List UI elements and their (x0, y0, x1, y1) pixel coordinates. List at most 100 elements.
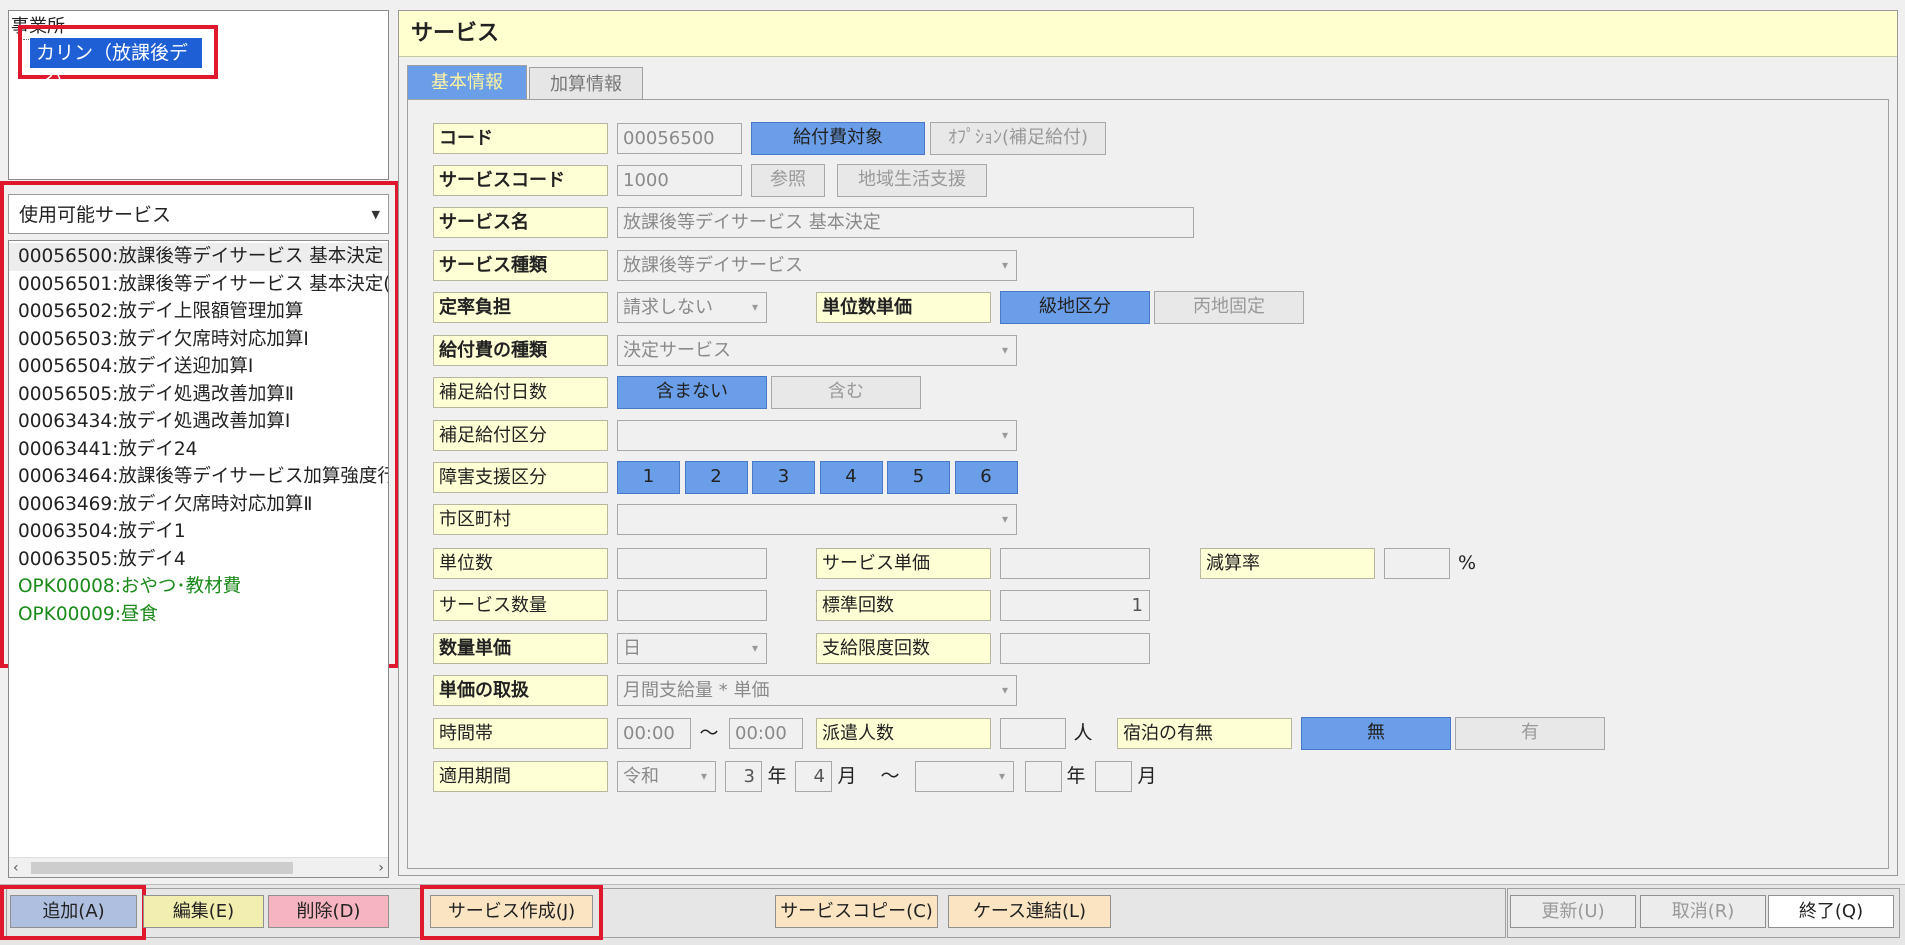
units-field[interactable] (617, 548, 767, 579)
list-item[interactable]: 00056500:放課後等デイサービス 基本決定 (9, 243, 388, 271)
list-item[interactable]: 00056505:放デイ処遇改善加算Ⅱ (9, 381, 388, 409)
service-name-field[interactable]: 放課後等デイサービス 基本決定 (617, 207, 1194, 238)
code-field[interactable]: 00056500 (617, 123, 742, 154)
update-button[interactable]: 更新(U) (1510, 895, 1636, 928)
list-item[interactable]: 00063469:放デイ欠席時対応加算Ⅱ (9, 491, 388, 519)
reference-button[interactable]: 参照 (751, 164, 825, 197)
start-year-unit: 年 (767, 765, 787, 787)
city-label: 市区町村 (433, 504, 608, 535)
service-filter-combo[interactable]: 使用可能サービス ▼ (8, 194, 389, 234)
edit-button[interactable]: 編集(E) (143, 895, 264, 928)
quantity-unit-label: 数量単価 (433, 633, 608, 664)
units-label: 単位数 (433, 548, 608, 579)
time-slot-label: 時間帯 (433, 718, 608, 749)
end-year-field[interactable] (1025, 761, 1062, 792)
scroll-right-icon[interactable]: › (378, 858, 384, 877)
scroll-left-icon[interactable]: ‹ (13, 858, 19, 877)
list-item[interactable]: 00056501:放課後等デイサービス 基本決定(重症 (9, 271, 388, 299)
quantity-unit-select[interactable]: 日 (617, 633, 767, 664)
price-handling-label: 単価の取扱 (433, 675, 608, 706)
unit-price-label: 単位数単価 (816, 292, 991, 323)
disability-level-2-button[interactable]: 2 (684, 461, 748, 494)
fixed-rate-label: 定率負担 (433, 292, 608, 323)
limit-count-field[interactable] (1000, 633, 1150, 664)
list-item[interactable]: 00063464:放課後等デイサービス加算強度行動障 (9, 463, 388, 491)
period-label: 適用期間 (433, 761, 608, 792)
service-name-label: サービス名 (433, 207, 608, 238)
delete-button[interactable]: 削除(D) (268, 895, 389, 928)
end-year-unit: 年 (1066, 765, 1086, 787)
service-copy-button[interactable]: サービスコピー(C) (775, 895, 938, 928)
disability-level-4-button[interactable]: 4 (819, 461, 883, 494)
list-item[interactable]: 00056503:放デイ欠席時対応加算Ⅰ (9, 326, 388, 354)
end-month-field[interactable] (1095, 761, 1132, 792)
list-item[interactable]: 00056504:放デイ送迎加算Ⅰ (9, 353, 388, 381)
overnight-yes-button[interactable]: 有 (1455, 717, 1605, 750)
disability-level-6-button[interactable]: 6 (954, 461, 1018, 494)
supplement-category-select[interactable] (617, 420, 1017, 451)
service-code-label: サービスコード (433, 165, 608, 196)
time-to-field[interactable]: 00:00 (729, 718, 803, 749)
exit-button[interactable]: 終了(Q) (1768, 895, 1894, 928)
standard-count-field[interactable]: 1 (1000, 590, 1150, 621)
horizontal-scrollbar[interactable]: ‹ › (9, 857, 388, 877)
start-month-field[interactable]: 4 (795, 761, 832, 792)
start-year-field[interactable]: 3 (725, 761, 762, 792)
overnight-label: 宿泊の有無 (1117, 718, 1292, 749)
reduction-rate-field[interactable] (1384, 548, 1450, 579)
service-quantity-field[interactable] (617, 590, 767, 621)
option-button[interactable]: ｵﾌﾟｼｮﾝ(補足給付) (930, 122, 1106, 155)
scroll-thumb[interactable] (31, 862, 293, 874)
tab-addition-info[interactable]: 加算情報 (529, 67, 643, 101)
service-list[interactable]: 00056500:放課後等デイサービス 基本決定 00056501:放課後等デイサ… (8, 240, 389, 878)
dispatch-count-label: 派遣人数 (816, 718, 991, 749)
end-month-unit: 月 (1137, 765, 1157, 787)
include-button[interactable]: 含む (771, 376, 921, 409)
time-tilde: ～ (699, 722, 719, 744)
service-filter-value: 使用可能サービス (19, 204, 172, 226)
cancel-button[interactable]: 取消(R) (1640, 895, 1766, 928)
tab-basic-info[interactable]: 基本情報 (407, 65, 527, 99)
list-item[interactable]: 00063441:放デイ24 (9, 436, 388, 464)
supplement-category-label: 補足給付区分 (433, 420, 608, 451)
disability-level-label: 障害支援区分 (433, 462, 608, 493)
city-select[interactable] (617, 504, 1017, 535)
percent-sign: % (1457, 552, 1477, 574)
benefit-type-select[interactable]: 決定サービス (617, 335, 1017, 366)
list-item[interactable]: 00063505:放デイ4 (9, 546, 388, 574)
office-tree-item[interactable]: カリン（放課後デイ） (30, 38, 202, 94)
disability-level-1-button[interactable]: 1 (617, 461, 680, 494)
service-type-label: サービス種類 (433, 250, 608, 281)
overnight-no-button[interactable]: 無 (1301, 717, 1451, 750)
community-support-button[interactable]: 地域生活支援 (837, 164, 987, 197)
service-quantity-label: サービス数量 (433, 590, 608, 621)
dispatch-unit: 人 (1073, 722, 1093, 744)
add-button[interactable]: 追加(A) (10, 895, 137, 928)
price-handling-select[interactable]: 月間支給量 * 単価 (617, 675, 1017, 706)
service-code-field[interactable]: 1000 (617, 165, 742, 196)
chevron-down-icon: ▼ (371, 208, 380, 221)
service-unit-price-field[interactable] (1000, 548, 1150, 579)
disability-level-3-button[interactable]: 3 (752, 461, 815, 494)
time-from-field[interactable]: 00:00 (617, 718, 691, 749)
fixed-rate-select[interactable]: 請求しない (617, 292, 767, 323)
end-era-select[interactable] (915, 761, 1014, 792)
panel-title: サービス (399, 11, 1897, 57)
service-type-select[interactable]: 放課後等デイサービス (617, 250, 1017, 281)
benefit-type-label: 給付費の種類 (433, 335, 608, 366)
service-create-button[interactable]: サービス作成(J) (430, 895, 593, 928)
grade-area-button[interactable]: 級地区分 (1000, 291, 1150, 324)
start-era-select[interactable]: 令和 (617, 761, 716, 792)
dispatch-count-field[interactable] (1000, 718, 1066, 749)
list-item[interactable]: OPK00009:昼食 (9, 601, 388, 629)
hei-fixed-button[interactable]: 丙地固定 (1154, 291, 1304, 324)
list-item[interactable]: OPK00008:おやつ･教材費 (9, 573, 388, 601)
list-item[interactable]: 00056502:放デイ上限額管理加算 (9, 298, 388, 326)
list-item[interactable]: 00063504:放デイ1 (9, 518, 388, 546)
list-item[interactable]: 00063434:放デイ処遇改善加算Ⅰ (9, 408, 388, 436)
disability-level-5-button[interactable]: 5 (887, 461, 950, 494)
exclude-button[interactable]: 含まない (617, 376, 767, 409)
supplement-days-label: 補足給付日数 (433, 377, 608, 408)
case-link-button[interactable]: ケース連結(L) (948, 895, 1111, 928)
kyufu-target-button[interactable]: 給付費対象 (751, 122, 925, 155)
